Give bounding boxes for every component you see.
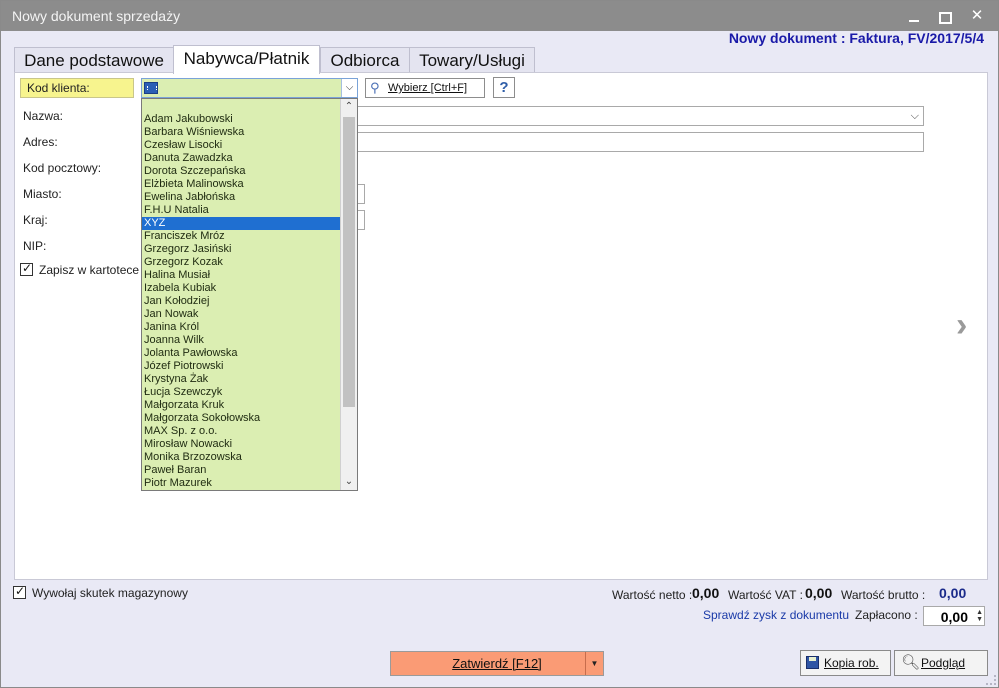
scroll-down-icon[interactable]: ⌄ <box>341 474 357 490</box>
window-title: Nowy dokument sprzedaży <box>12 8 181 24</box>
close-button[interactable]: ✕ <box>963 5 991 27</box>
wybierz-button-label: Wybierz [Ctrl+F] <box>388 82 468 94</box>
kod-klienta-label: Kod klienta: <box>20 78 134 98</box>
client-list-item[interactable]: Łucja Szewczyk <box>142 386 341 399</box>
help-button[interactable]: ? <box>493 77 515 98</box>
wywolaj-label: Wywołaj skutek magazynowy <box>32 586 188 600</box>
client-list-item[interactable]: Franciszek Mróz <box>142 230 341 243</box>
scrollbar-thumb[interactable] <box>343 117 355 407</box>
client-list-item[interactable]: Mirosław Nowacki <box>142 438 341 451</box>
client-list-item[interactable]: Izabela Kubiak <box>142 282 341 295</box>
client-list-item[interactable]: Małgorzata Kruk <box>142 399 341 412</box>
zatwierdz-label: Zatwierdź [F12] <box>452 656 542 671</box>
wywolaj-checkbox[interactable] <box>13 584 26 599</box>
client-list-item[interactable]: Elżbieta Malinowska <box>142 178 341 191</box>
kod-pocztowy-label: Kod pocztowy: <box>23 161 102 175</box>
client-list-item[interactable]: Paweł Baran <box>142 464 341 477</box>
tab-nabywca-platnik[interactable]: Nabywca/Płatnik <box>173 45 320 74</box>
zaplacono-value: 0,00 <box>940 609 968 625</box>
kopia-robocza-button[interactable]: Kopia rob. <box>800 650 891 676</box>
client-dropdown-list[interactable]: Adam Jakubowski Barbara Wiśniewska Czesław… <box>141 98 358 491</box>
tab-dane-podstawowe[interactable]: Dane podstawowe <box>14 47 174 73</box>
list-scrollbar[interactable]: ⌃ ⌄ <box>340 99 357 490</box>
scroll-up-icon[interactable]: ⌃ <box>341 99 357 115</box>
chevron-down-icon[interactable]: ⌵ <box>911 107 919 125</box>
client-list-item[interactable]: Józef Piotrowski <box>142 360 341 373</box>
document-header: Nowy dokument : Faktura, FV/2017/5/4 <box>728 30 984 46</box>
zapisz-checkbox[interactable] <box>20 261 33 276</box>
client-list-item[interactable]: Halina Musiał <box>142 269 341 282</box>
kraj-label: Kraj: <box>23 213 48 227</box>
chevron-down-icon[interactable]: ⌵ <box>341 79 357 97</box>
magnifier-icon: 🔍︎ <box>901 654 921 671</box>
wybierz-button[interactable]: ⚲ Wybierz [Ctrl+F] <box>365 78 485 98</box>
client-list-item[interactable]: Grzegorz Jasiński <box>142 243 341 256</box>
maximize-button[interactable] <box>930 5 958 27</box>
client-list-item[interactable]: Jan Kołodziej <box>142 295 341 308</box>
stepper-icon[interactable]: ▲ ▼ <box>976 609 983 623</box>
adres-label: Adres: <box>23 135 58 149</box>
client-list-item[interactable]: Adam Jakubowski <box>142 113 341 126</box>
dropdown-arrow-icon[interactable]: ▼ <box>585 652 603 675</box>
client-list-item[interactable]: Czesław Lisocki <box>142 139 341 152</box>
tab-towary-uslugi[interactable]: Towary/Usługi <box>409 47 535 73</box>
miasto-field[interactable] <box>357 184 365 204</box>
vat-value: 0,00 <box>805 585 833 601</box>
title-bar[interactable]: Nowy dokument sprzedaży ✕ <box>1 1 998 31</box>
client-list-item[interactable]: Jan Nowak <box>142 308 341 321</box>
client-list-item[interactable]: Joanna Wilk <box>142 334 341 347</box>
client-list-item[interactable]: Piotr Mazurek <box>142 477 341 490</box>
brutto-label: Wartość brutto : <box>841 588 926 602</box>
kopia-label: Kopia rob. <box>824 656 879 670</box>
nazwa-field[interactable]: ⌵ <box>357 106 924 126</box>
sprawdz-zysk-link[interactable]: Sprawdź zysk z dokumentu <box>703 608 849 622</box>
podglad-button[interactable]: 🔍︎ Podgląd <box>894 650 988 676</box>
client-list-item[interactable]: Dorota Szczepańska <box>142 165 341 178</box>
client-list-item[interactable]: Janina Król <box>142 321 341 334</box>
netto-label: Wartość netto : <box>612 588 693 602</box>
brutto-value: 0,00 <box>939 585 967 601</box>
client-list-item[interactable]: XYZ <box>142 217 341 230</box>
client-list-item[interactable]: F.H.U Natalia <box>142 204 341 217</box>
zaplacono-label: Zapłacono : <box>855 608 918 622</box>
chevron-right-icon[interactable]: › <box>956 307 967 343</box>
tab-odbiorca[interactable]: Odbiorca <box>320 47 410 73</box>
miasto-label: Miasto: <box>23 187 62 201</box>
netto-value: 0,00 <box>692 585 720 601</box>
sales-document-window: Nowy dokument sprzedaży ✕ Nowy dokument … <box>0 0 999 688</box>
client-list-item[interactable]: Monika Brzozowska <box>142 451 341 464</box>
client-list-items: Adam Jakubowski Barbara Wiśniewska Czesław… <box>142 113 341 490</box>
nip-label: NIP: <box>23 239 47 253</box>
client-list-item[interactable]: Barbara Wiśniewska <box>142 126 341 139</box>
kod-klienta-combo[interactable]: ⌵ <box>141 78 358 98</box>
nazwa-label: Nazwa: <box>23 109 64 123</box>
client-list-item[interactable]: Danuta Zawadzka <box>142 152 341 165</box>
minimize-button[interactable] <box>900 5 928 27</box>
vat-label: Wartość VAT : <box>728 588 803 602</box>
save-icon <box>806 656 819 669</box>
client-list-item[interactable]: Ewelina Jabłońska <box>142 191 341 204</box>
zaplacono-field[interactable]: 0,00 ▲ ▼ <box>923 606 985 626</box>
search-icon: ⚲ <box>370 80 380 95</box>
zatwierdz-button[interactable]: Zatwierdź [F12] ▼ <box>390 651 604 676</box>
zapisz-label: Zapisz w kartotece kli <box>39 263 154 277</box>
resize-grip[interactable] <box>986 675 996 685</box>
adres-field[interactable] <box>357 132 924 152</box>
client-list-item[interactable]: Jolanta Pawłowska <box>142 347 341 360</box>
client-list-item[interactable]: MAX Sp. z o.o. <box>142 425 341 438</box>
client-list-item[interactable]: Małgorzata Sokołowska <box>142 412 341 425</box>
client-list-item[interactable]: Krystyna Żak <box>142 373 341 386</box>
podglad-label: Podgląd <box>921 656 966 670</box>
kraj-field[interactable] <box>357 210 365 230</box>
client-list-item[interactable]: Grzegorz Kozak <box>142 256 341 269</box>
selected-text-marker <box>144 82 158 94</box>
